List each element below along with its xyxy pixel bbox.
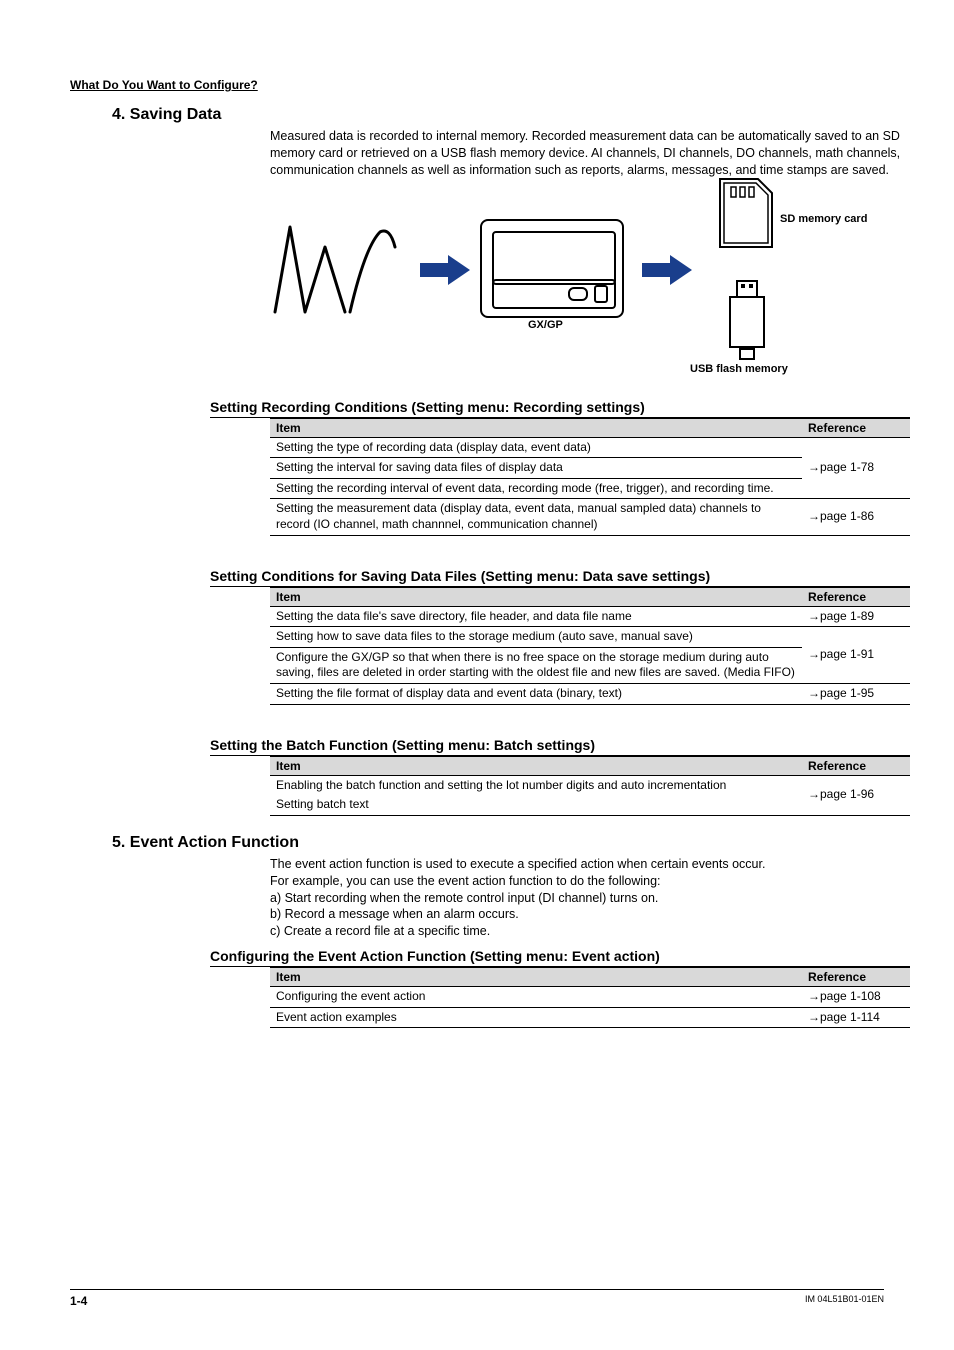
table-header-item: Item	[270, 418, 802, 437]
table-cell: Setting the recording interval of event …	[270, 478, 802, 499]
table-cell-ref: →page 1-86	[802, 499, 910, 535]
event-action-table: Item Reference Configuring the event act…	[270, 967, 910, 1028]
page-footer: 1-4 IM 04L51B01-01EN	[70, 1289, 884, 1308]
table-cell: Setting the type of recording data (disp…	[270, 437, 802, 458]
recording-conditions-heading: Setting Recording Conditions (Setting me…	[210, 399, 910, 418]
table-cell-ref: →page 1-78	[802, 437, 910, 499]
recording-conditions-table: Item Reference Setting the type of recor…	[270, 418, 910, 536]
section-5-intro: The event action function is used to exe…	[270, 856, 910, 873]
table-cell: Setting the data file's save directory, …	[270, 606, 802, 627]
data-save-table: Item Reference Setting the data file's s…	[270, 587, 910, 705]
arrow-right-icon	[642, 255, 692, 285]
table-cell: Enabling the batch function and setting …	[270, 775, 802, 795]
usb-flash-icon	[724, 279, 770, 361]
table-cell: Setting the interval for saving data fil…	[270, 458, 802, 479]
usb-flash-label: USB flash memory	[690, 363, 788, 375]
gxgp-label: GX/GP	[528, 319, 563, 331]
table-cell-ref: →page 1-95	[802, 683, 910, 704]
sd-card-label: SD memory card	[780, 213, 867, 225]
table-cell-ref: →page 1-114	[802, 1007, 910, 1028]
page-number: 1-4	[70, 1294, 87, 1308]
table-cell-ref: →page 1-108	[802, 987, 910, 1008]
table-header-item: Item	[270, 756, 802, 775]
doc-id: IM 04L51B01-01EN	[805, 1294, 884, 1304]
table-cell: Event action examples	[270, 1007, 802, 1028]
table-header-reference: Reference	[802, 587, 910, 606]
table-cell-ref: →page 1-96	[802, 775, 910, 815]
batch-table: Item Reference Enabling the batch functi…	[270, 756, 910, 816]
gxgp-device-icon	[480, 219, 624, 318]
table-cell: Setting the file format of display data …	[270, 683, 802, 704]
table-header-reference: Reference	[802, 968, 910, 987]
table-header-reference: Reference	[802, 418, 910, 437]
section-5-line2: For example, you can use the event actio…	[270, 873, 910, 890]
section-4-title: 4. Saving Data	[112, 106, 884, 124]
table-cell: Setting the measurement data (display da…	[270, 499, 802, 535]
data-save-heading: Setting Conditions for Saving Data Files…	[210, 568, 910, 587]
waveform-icon	[270, 217, 400, 317]
saving-data-figure: GX/GP SD memory card USB flash memory	[280, 189, 880, 379]
table-cell: Configure the GX/GP so that when there i…	[270, 647, 802, 683]
batch-heading: Setting the Batch Function (Setting menu…	[210, 737, 910, 756]
table-header-reference: Reference	[802, 756, 910, 775]
table-cell: Setting how to save data files to the st…	[270, 627, 802, 648]
running-head: What Do You Want to Configure?	[70, 78, 884, 92]
table-cell-ref: →page 1-91	[802, 627, 910, 684]
section-5-line-c: c) Create a record file at a specific ti…	[270, 923, 910, 940]
section-5-line-a: a) Start recording when the remote contr…	[270, 890, 910, 907]
section-4-intro: Measured data is recorded to internal me…	[270, 128, 910, 179]
section-5-line-b: b) Record a message when an alarm occurs…	[270, 906, 910, 923]
section-5-title: 5. Event Action Function	[112, 834, 884, 852]
table-cell: Setting batch text	[270, 795, 802, 815]
event-action-heading: Configuring the Event Action Function (S…	[210, 948, 910, 967]
table-header-item: Item	[270, 587, 802, 606]
table-cell: Configuring the event action	[270, 987, 802, 1008]
arrow-right-icon	[420, 255, 470, 285]
table-header-item: Item	[270, 968, 802, 987]
sd-card-icon	[718, 177, 774, 249]
table-cell-ref: →page 1-89	[802, 606, 910, 627]
